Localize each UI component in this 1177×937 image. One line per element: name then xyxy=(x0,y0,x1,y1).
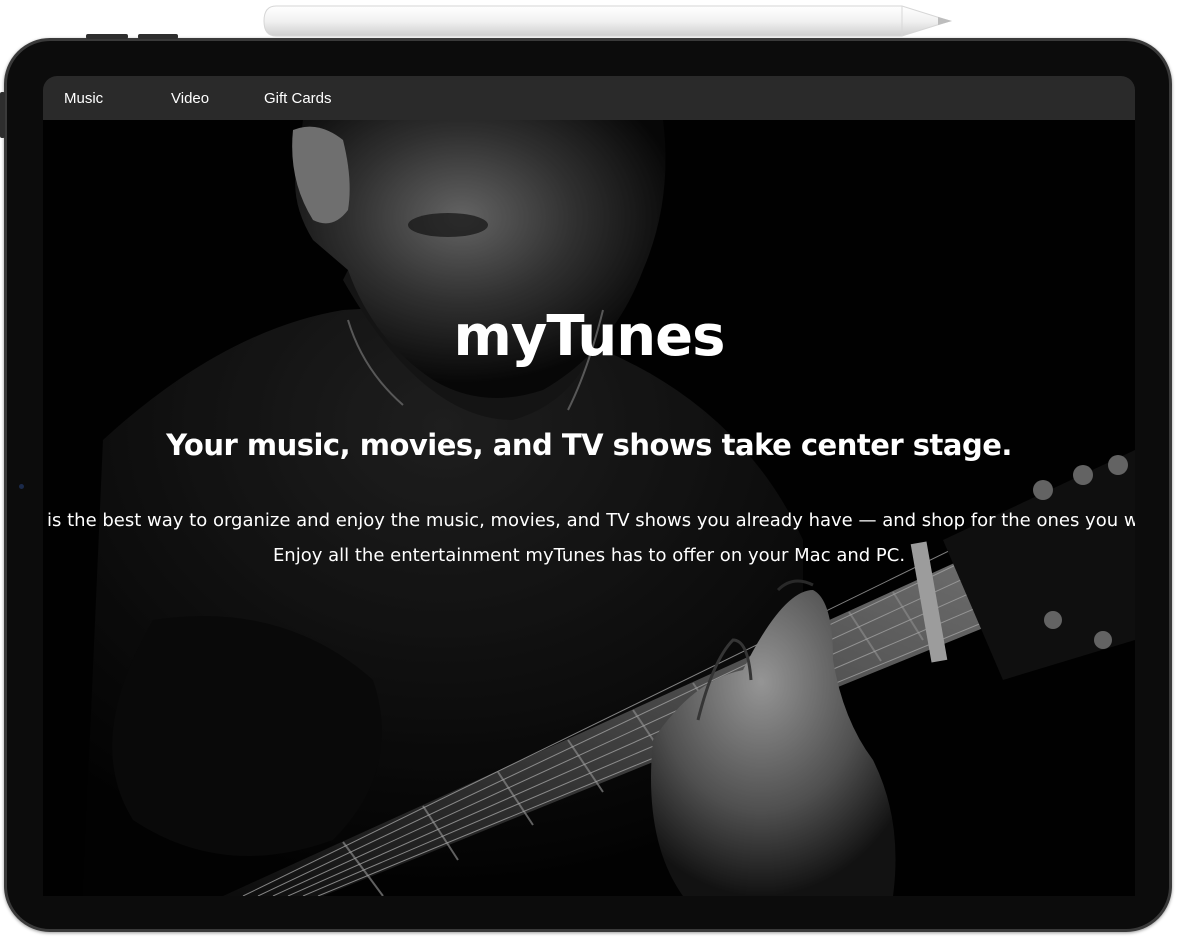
screen: Music Video Gift Cards myTunes Your musi… xyxy=(43,76,1135,896)
hero-description-line2: Enjoy all the entertainment myTunes has … xyxy=(272,545,906,566)
pencil-icon xyxy=(263,5,952,37)
top-navbar: Music Video Gift Cards xyxy=(43,76,1135,120)
guitarist-hero-image xyxy=(43,120,1135,896)
hero-section: myTunes Your music, movies, and TV shows… xyxy=(43,120,1135,896)
volume-button xyxy=(86,34,128,39)
hero-description-line1: is the best way to organize and enjoy th… xyxy=(47,510,1135,531)
volume-button xyxy=(138,34,178,39)
front-camera xyxy=(19,484,24,489)
hero-subtitle: Your music, movies, and TV shows take ce… xyxy=(166,428,1012,462)
hero-title: myTunes xyxy=(453,304,726,369)
nav-item-video[interactable]: Video xyxy=(171,90,209,108)
nav-item-music[interactable]: Music xyxy=(64,90,103,108)
power-button xyxy=(0,92,5,138)
device-mockup: Music Video Gift Cards myTunes Your musi… xyxy=(0,0,1177,937)
nav-item-gift-cards[interactable]: Gift Cards xyxy=(264,90,332,108)
